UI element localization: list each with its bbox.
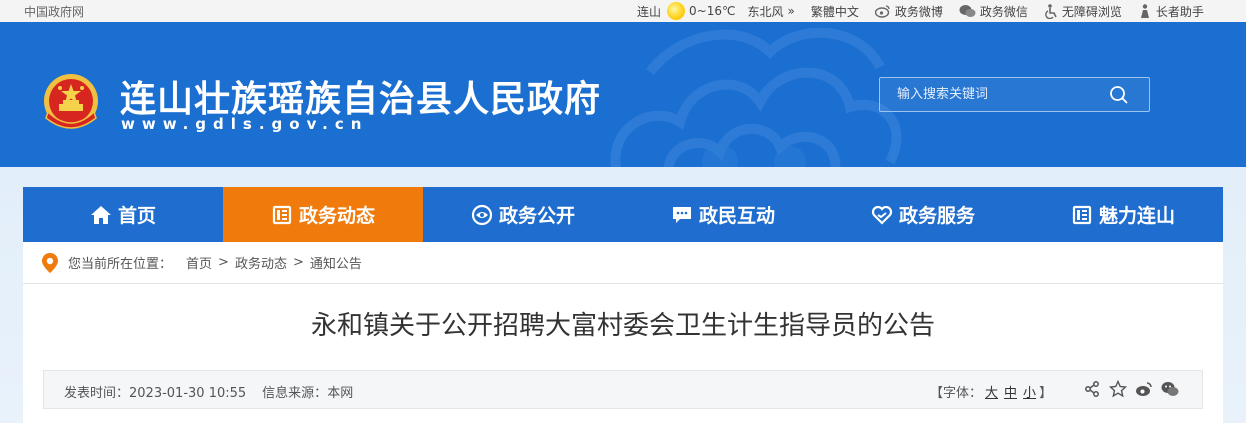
nav-item-home[interactable]: 首页 [23, 187, 223, 242]
source-label: 信息来源： [262, 386, 328, 401]
article-meta-bar: 发表时间：2023-01-30 10:55 信息来源：本网 【字体：大中小】 [43, 370, 1203, 409]
publish-time-label: 发表时间： [64, 386, 130, 401]
heart-service-icon [871, 205, 893, 225]
gov-site-link[interactable]: 中国政府网 [24, 3, 84, 20]
nav-item-services[interactable]: 政务服务 [823, 187, 1023, 242]
traditional-chinese-link[interactable]: 繁體中文 [811, 3, 859, 20]
topbar-link-label: 无障碍浏览 [1061, 4, 1122, 19]
weibo-icon [874, 5, 890, 18]
topbar-link-label: 繁體中文 [810, 4, 859, 19]
article-tools [1075, 380, 1179, 398]
breadcrumb-news[interactable]: 政务动态 [235, 253, 287, 272]
content-wrapper: 首页 政务动态 政务公开 政民互动 政务服务 魅力连山 您当前所在位置： 首页 … [23, 187, 1223, 423]
wechat-icon [959, 5, 976, 17]
book-icon [1072, 205, 1092, 224]
topbar-link-label: 政务微信 [979, 4, 1028, 19]
nav-item-label: 政务公开 [498, 205, 575, 227]
publish-time: 2023-01-30 10:55 [129, 386, 247, 401]
home-icon [90, 205, 111, 224]
national-emblem-icon [44, 74, 98, 129]
breadcrumb-separator: > [292, 255, 304, 270]
weibo-icon[interactable] [1135, 380, 1153, 398]
wechat-icon[interactable] [1161, 380, 1179, 398]
article-title: 永和镇关于公开招聘大富村委会卫生计生指导员的公告 [310, 311, 935, 341]
chat-icon [672, 206, 691, 223]
search-input[interactable] [880, 78, 1110, 111]
topbar-right: 连山 0~16℃ 东北风 » 繁體中文 政务微博 政务微信 无障碍浏览 长者助手 [637, 0, 1220, 22]
breadcrumb-home[interactable]: 首页 [186, 253, 212, 272]
share-icon[interactable] [1083, 380, 1101, 398]
site-header: 连山壮族瑶族自治县人民政府 www.gdls.gov.cn [0, 22, 1246, 167]
accessibility-icon [1045, 3, 1057, 19]
article-meta-info: 发表时间：2023-01-30 10:55 信息来源：本网 [64, 382, 353, 401]
font-size-small-button[interactable]: 小 [1023, 386, 1036, 401]
source-value: 本网 [327, 386, 354, 401]
breadcrumb-label: 您当前所在位置： [68, 257, 173, 272]
chevron-right-icon: » [787, 4, 795, 18]
wechat-link[interactable]: 政务微信 [959, 3, 1028, 20]
nav-item-label: 政务服务 [898, 205, 975, 227]
breadcrumb: 您当前所在位置： 首页 > 政务动态 > 通知公告 [23, 242, 1223, 284]
sun-icon [667, 2, 686, 20]
news-icon [272, 205, 292, 224]
topbar-link-label: 长者助手 [1155, 4, 1204, 19]
font-size-open: 【字体： [930, 386, 983, 401]
search-icon[interactable] [1109, 85, 1129, 105]
breadcrumb-separator: > [218, 255, 229, 270]
weather-city: 连山 [637, 4, 662, 19]
weather-temp: 0~16℃ [689, 4, 736, 18]
weather: 连山 0~16℃ 东北风 » [637, 2, 795, 20]
accessibility-link[interactable]: 无障碍浏览 [1044, 3, 1122, 20]
eye-icon [471, 204, 493, 225]
weibo-link[interactable]: 政务微博 [874, 3, 943, 20]
nav-item-label: 首页 [117, 205, 156, 227]
nav-item-open-gov[interactable]: 政务公开 [423, 187, 623, 242]
font-size-close: 】 [1039, 386, 1053, 401]
main-nav: 首页 政务动态 政务公开 政民互动 政务服务 魅力连山 [23, 187, 1223, 242]
topbar-link-label: 政务微博 [894, 4, 943, 19]
nav-item-charm[interactable]: 魅力连山 [1023, 187, 1223, 242]
nav-item-label: 魅力连山 [1098, 205, 1175, 227]
star-icon[interactable] [1109, 380, 1127, 398]
nav-item-label: 政民互动 [698, 205, 775, 227]
top-utility-bar: 中国政府网 连山 0~16℃ 东北风 » 繁體中文 政务微博 政务微信 无障碍浏… [0, 0, 1246, 22]
weather-wind: 东北风 [747, 4, 784, 19]
breadcrumb-notices[interactable]: 通知公告 [310, 253, 362, 272]
nav-item-interaction[interactable]: 政民互动 [623, 187, 823, 242]
search-box [879, 77, 1150, 112]
site-url: www.gdls.gov.cn [121, 115, 369, 133]
nav-item-label: 政务动态 [298, 205, 375, 227]
font-size-large-button[interactable]: 大 [985, 386, 998, 401]
elder-assistant-link[interactable]: 长者助手 [1138, 3, 1204, 20]
font-size-medium-button[interactable]: 中 [1004, 386, 1017, 401]
nav-item-news[interactable]: 政务动态 [223, 187, 423, 242]
elder-icon [1140, 3, 1149, 18]
cloud-pattern-decoration [610, 27, 902, 167]
font-size-control: 【字体：大中小】 [930, 382, 1052, 401]
location-pin-icon [42, 252, 58, 273]
